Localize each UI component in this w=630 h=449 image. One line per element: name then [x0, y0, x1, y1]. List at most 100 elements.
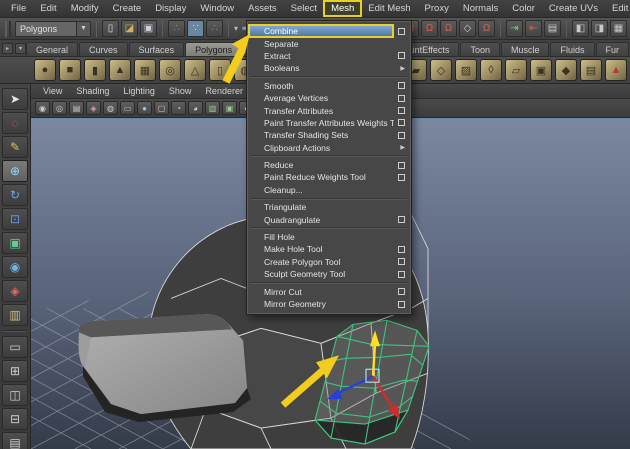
- panel-toolbar-icon[interactable]: ▣: [222, 101, 237, 115]
- chevron-down-icon[interactable]: ▼: [76, 21, 90, 36]
- menubar-item[interactable]: Proxy: [418, 1, 456, 16]
- option-box-icon[interactable]: [398, 107, 405, 115]
- shelf-item-icon[interactable]: ▱: [505, 59, 527, 81]
- render-icon[interactable]: ◨: [591, 20, 608, 37]
- mesh-menu-item[interactable]: Mirror Cut ▶: [248, 285, 410, 297]
- menubar-item[interactable]: Window: [193, 1, 241, 16]
- shelf-tab[interactable]: Fur: [595, 42, 629, 56]
- tool-button[interactable]: ◈: [2, 280, 28, 302]
- panel-toolbar-icon[interactable]: ●: [137, 101, 152, 115]
- layout-button[interactable]: ⊞: [2, 360, 28, 382]
- panel-menu-item[interactable]: Show: [163, 86, 198, 96]
- statusline-icon[interactable]: ◪: [121, 20, 138, 37]
- shelf-item-icon[interactable]: ●: [34, 59, 56, 81]
- mesh-menu-item[interactable]: Extract ▶: [248, 50, 410, 62]
- panel-toolbar-icon[interactable]: ▢: [154, 101, 169, 115]
- option-box-icon[interactable]: [398, 52, 405, 60]
- layout-button[interactable]: ◫: [2, 384, 28, 406]
- menubar-item[interactable]: Display: [148, 1, 193, 16]
- menubar-item[interactable]: Edit: [33, 1, 63, 16]
- render-icon[interactable]: ▦: [610, 20, 627, 37]
- mesh-menu-item[interactable]: Cleanup... ▶: [248, 184, 410, 196]
- menubar-item[interactable]: Normals: [456, 1, 505, 16]
- shelf-item-icon[interactable]: △: [184, 59, 206, 81]
- menubar-item[interactable]: Select: [284, 1, 324, 16]
- panel-toolbar-icon[interactable]: ▤: [69, 101, 84, 115]
- panel-toolbar-icon[interactable]: ◍: [103, 101, 118, 115]
- tool-button[interactable]: ▥: [2, 304, 28, 326]
- shelf-item-icon[interactable]: ▨: [455, 59, 477, 81]
- shelf-item-icon[interactable]: ◆: [555, 59, 577, 81]
- mesh-menu-item[interactable]: Booleans ▶: [248, 62, 410, 74]
- selection-mask-icon[interactable]: ∴: [168, 20, 185, 37]
- menubar-item[interactable]: Color: [505, 1, 542, 16]
- option-box-icon[interactable]: [398, 258, 405, 266]
- menubar-item[interactable]: Create: [106, 1, 149, 16]
- menubar-item[interactable]: File: [4, 1, 33, 16]
- mesh-menu-item[interactable]: Reduce ▶: [248, 159, 410, 171]
- menubar-item[interactable]: Modify: [64, 1, 106, 16]
- mesh-menu-item[interactable]: Fill Hole ▶: [248, 231, 410, 243]
- mesh-menu-item[interactable]: Make Hole Tool ▶: [248, 243, 410, 255]
- panel-menu-item[interactable]: Renderer: [199, 86, 249, 96]
- statusline-icon[interactable]: ▯: [102, 20, 119, 37]
- shelf-item-icon[interactable]: ▲: [109, 59, 131, 81]
- mesh-menu-item[interactable]: Triangulate ▶: [248, 201, 410, 213]
- option-box-icon[interactable]: [398, 173, 405, 181]
- shelf-tab-menu-icon[interactable]: ▸: [2, 42, 13, 54]
- shelf-item-icon[interactable]: ◇: [430, 59, 452, 81]
- snap-icon[interactable]: Ω: [478, 20, 495, 37]
- shelf-tab[interactable]: Toon: [460, 42, 500, 56]
- tool-button[interactable]: ↻: [2, 184, 28, 206]
- snap-icon[interactable]: Ω: [440, 20, 457, 37]
- mesh-menu-item[interactable]: Combine ▶: [248, 24, 410, 39]
- menubar-item[interactable]: Mesh: [323, 0, 363, 17]
- option-box-icon[interactable]: [398, 27, 405, 35]
- snap-icon[interactable]: ◇: [459, 20, 476, 37]
- tool-button[interactable]: ◌: [2, 112, 28, 134]
- mesh-menu-item[interactable]: Separate ▶: [248, 37, 410, 49]
- option-box-icon[interactable]: [398, 119, 405, 127]
- shelf-item-icon[interactable]: ▤: [580, 59, 602, 81]
- mesh-menu-item[interactable]: Average Vertices ▶: [248, 92, 410, 104]
- menubar-item[interactable]: Assets: [241, 1, 284, 16]
- panel-toolbar-icon[interactable]: ◎: [52, 101, 67, 115]
- tool-button[interactable]: ◉: [2, 256, 28, 278]
- shelf-item-icon[interactable]: ▮: [84, 59, 106, 81]
- panel-toolbar-icon[interactable]: ◈: [86, 101, 101, 115]
- statusline-icon[interactable]: ▣: [140, 20, 157, 37]
- history-icon[interactable]: ▤: [544, 20, 561, 37]
- tool-button[interactable]: ➤: [2, 88, 28, 110]
- menu-set-dropdown[interactable]: Polygons ▼: [15, 20, 91, 37]
- mesh-menu-item[interactable]: Quadrangulate ▶: [248, 213, 410, 225]
- shelf-item-icon[interactable]: ◊: [480, 59, 502, 81]
- statusline-grip[interactable]: [5, 20, 11, 37]
- mesh-menu-item[interactable]: Transfer Shading Sets ▶: [248, 129, 410, 141]
- shelf-item-icon[interactable]: ▣: [530, 59, 552, 81]
- mesh-menu-item[interactable]: Paint Transfer Attributes Weights Tool ▶: [248, 117, 410, 129]
- option-box-icon[interactable]: [398, 270, 405, 278]
- menubar-item[interactable]: Create UVs: [542, 1, 605, 16]
- shelf-item-icon[interactable]: ▦: [134, 59, 156, 81]
- shelf-tab[interactable]: Muscle: [500, 42, 550, 56]
- shelf-tab[interactable]: Surfaces: [128, 42, 185, 56]
- option-box-icon[interactable]: [398, 82, 405, 90]
- mesh-menu-item[interactable]: Create Polygon Tool ▶: [248, 256, 410, 268]
- mesh-menu-item[interactable]: Mirror Geometry ▶: [248, 298, 410, 310]
- panel-menu-item[interactable]: Lighting: [117, 86, 161, 96]
- history-icon[interactable]: ⇥: [506, 20, 523, 37]
- history-icon[interactable]: ⇤: [525, 20, 542, 37]
- shelf-tab[interactable]: Fluids: [550, 42, 595, 56]
- shelf-item-icon[interactable]: ■: [59, 59, 81, 81]
- panel-toolbar-icon[interactable]: ◉: [35, 101, 50, 115]
- panel-toolbar-icon[interactable]: ▧: [205, 101, 220, 115]
- mesh-menu-item[interactable]: Sculpt Geometry Tool ▶: [248, 268, 410, 280]
- option-box-icon[interactable]: [398, 94, 405, 102]
- menubar-item[interactable]: Edit Mesh: [361, 1, 417, 16]
- tool-button[interactable]: ✎: [2, 136, 28, 158]
- option-box-icon[interactable]: [398, 216, 405, 224]
- option-box-icon[interactable]: [398, 245, 405, 253]
- layout-button[interactable]: ▤: [2, 432, 28, 449]
- option-box-icon[interactable]: [398, 288, 405, 296]
- mesh-menu-item[interactable]: Clipboard Actions ▶: [248, 142, 410, 154]
